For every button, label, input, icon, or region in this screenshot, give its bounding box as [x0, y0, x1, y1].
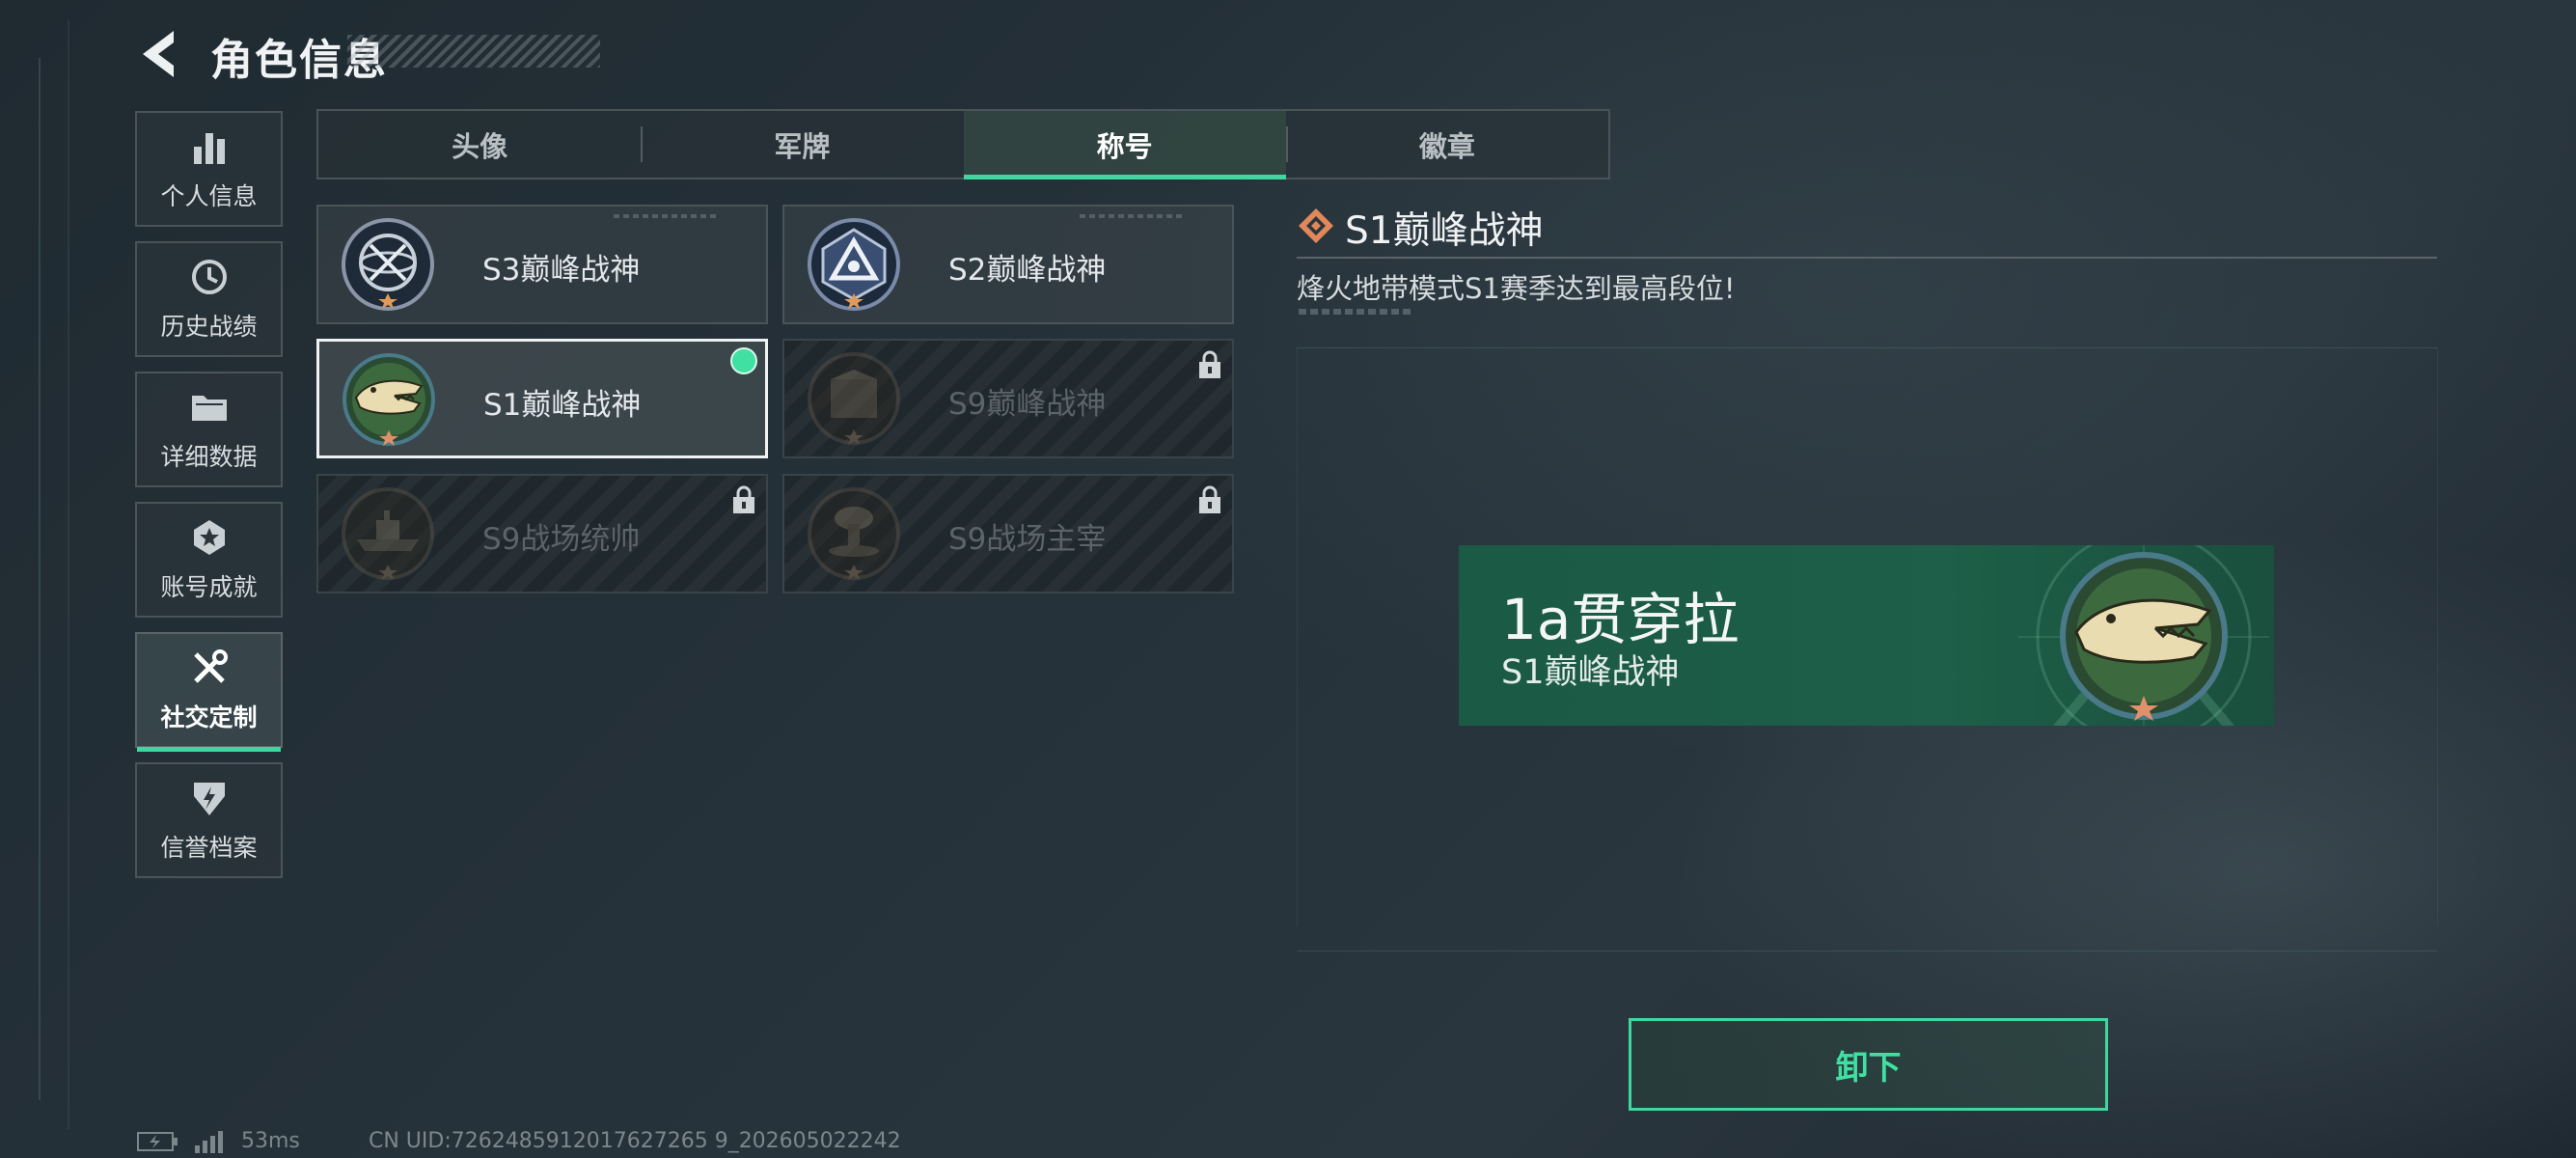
ping-text: 53ms	[241, 1129, 300, 1153]
lock-icon	[1199, 350, 1220, 378]
title-card-s2[interactable]: S2巅峰战神	[782, 205, 1234, 324]
achievement-icon	[193, 520, 225, 555]
title-card-name: S3巅峰战神	[482, 253, 641, 288]
folder-icon	[191, 396, 227, 421]
title-card-name: S1巅峰战神	[483, 388, 642, 423]
sidebar-item-label: 账号成就	[160, 573, 258, 601]
title-card-s9-commander[interactable]: S9战场统帅	[316, 474, 768, 593]
uid-text: CN UID:7262485912017627265 9_20260502224…	[369, 1129, 901, 1153]
title-card-name: S9巅峰战神	[948, 387, 1107, 422]
shield-icon	[193, 783, 225, 815]
sidebar-item-personal-info[interactable]: 个人信息	[135, 111, 283, 227]
s9-commander-emblem-icon	[342, 487, 434, 580]
card-decoration	[1080, 214, 1186, 218]
diamond-icon	[1299, 208, 1333, 243]
s3-emblem-icon	[342, 218, 434, 311]
lock-icon	[733, 485, 754, 513]
preview-title: S1巅峰战神	[1501, 653, 1680, 692]
unequip-button[interactable]: 卸下	[1629, 1018, 2108, 1111]
sidebar-item-achievements[interactable]: 账号成就	[135, 502, 283, 618]
sidebar-item-history[interactable]: 历史战绩	[135, 241, 283, 357]
signal-icon	[195, 1130, 223, 1153]
sidebar-item-label: 详细数据	[160, 443, 258, 471]
title-card-name: S2巅峰战神	[948, 253, 1107, 288]
title-card-s9-dominator[interactable]: S9战场主宰	[782, 474, 1234, 593]
detail-description: 烽火地带模式S1赛季达到最高段位!	[1297, 272, 1736, 305]
detail-decoration	[1299, 309, 1412, 315]
lock-icon	[1199, 485, 1220, 513]
header-decoration	[347, 35, 600, 68]
sidebar-item-label: 历史战绩	[160, 313, 258, 341]
bar-chart-icon	[193, 133, 225, 164]
title-preview-banner: 1a贯穿拉 S1巅峰战神	[1459, 545, 2274, 726]
tab-title[interactable]: 称号	[963, 111, 1287, 179]
s1-crocodile-emblem-icon	[2060, 552, 2228, 721]
title-card-s1[interactable]: S1巅峰战神	[316, 339, 768, 458]
back-arrow-icon	[143, 31, 174, 77]
title-card-s9-peak[interactable]: S9巅峰战神	[782, 339, 1234, 458]
sidebar-item-credit[interactable]: 信誉档案	[135, 762, 283, 878]
player-name: 1a贯穿拉	[1501, 587, 1740, 652]
s9-peak-emblem-icon	[808, 352, 900, 445]
sidebar-item-detailed-data[interactable]: 详细数据	[135, 372, 283, 487]
s9-dominator-emblem-icon	[808, 487, 900, 580]
history-icon	[191, 260, 227, 294]
tab-bar: 头像 军牌 称号 徽章	[316, 109, 1610, 179]
sidebar-item-label: 个人信息	[160, 182, 258, 210]
battery-icon	[137, 1131, 178, 1151]
sidebar-item-social-custom[interactable]: 社交定制	[135, 632, 283, 752]
divider	[1297, 257, 2437, 259]
sidebar-item-label: 信誉档案	[160, 834, 258, 862]
tab-avatar[interactable]: 头像	[318, 111, 641, 178]
equipped-indicator	[730, 347, 757, 374]
tools-icon	[193, 649, 228, 683]
detail-title: S1巅峰战神	[1345, 209, 1544, 253]
title-card-name: S9战场主宰	[948, 522, 1107, 557]
s1-crocodile-emblem-icon	[343, 353, 435, 446]
tab-dog-tag[interactable]: 军牌	[641, 111, 963, 178]
back-button[interactable]	[135, 27, 183, 81]
sidebar-item-label: 社交定制	[160, 703, 258, 731]
title-card-s3[interactable]: S3巅峰战神	[316, 205, 768, 324]
s2-emblem-icon	[808, 218, 900, 311]
card-decoration	[614, 214, 720, 218]
active-indicator	[137, 747, 281, 752]
title-card-name: S9战场统帅	[482, 522, 641, 557]
status-bar: 53ms	[137, 1129, 300, 1153]
tab-badge[interactable]: 徽章	[1285, 111, 1608, 178]
